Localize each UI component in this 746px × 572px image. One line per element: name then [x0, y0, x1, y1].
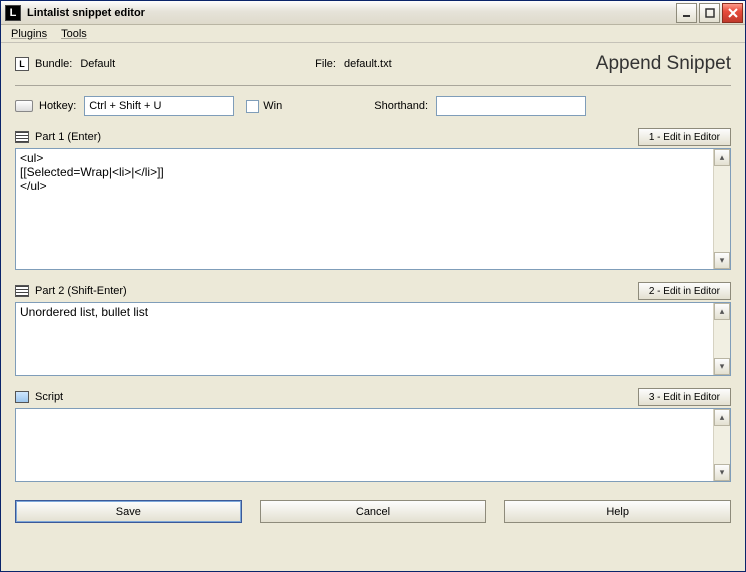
- window-title: Lintalist snippet editor: [27, 7, 676, 19]
- part2-textarea[interactable]: [16, 303, 713, 375]
- file-value: default.txt: [344, 58, 392, 70]
- script-textarea[interactable]: [16, 409, 713, 481]
- cancel-button[interactable]: Cancel: [260, 500, 487, 523]
- win-checkbox-label: Win: [263, 100, 282, 112]
- bundle-value: Default: [80, 58, 115, 70]
- button-row: Save Cancel Help: [15, 500, 731, 523]
- header-row: L Bundle: Default File: default.txt Appe…: [15, 53, 731, 75]
- save-button[interactable]: Save: [15, 500, 242, 523]
- hotkey-label: Hotkey:: [39, 100, 76, 112]
- scrollbar[interactable]: ▴ ▾: [713, 303, 730, 375]
- script-label: Script: [35, 391, 638, 403]
- help-button[interactable]: Help: [504, 500, 731, 523]
- part2-label: Part 2 (Shift-Enter): [35, 285, 638, 297]
- mode-title: Append Snippet: [596, 53, 731, 75]
- content-area: L Bundle: Default File: default.txt Appe…: [1, 43, 745, 571]
- hotkey-input[interactable]: [84, 96, 234, 116]
- titlebar: L Lintalist snippet editor: [1, 1, 745, 25]
- menu-plugins[interactable]: Plugins: [5, 27, 53, 41]
- scroll-up-icon[interactable]: ▴: [714, 303, 730, 320]
- script-textarea-wrap: ▴ ▾: [15, 408, 731, 482]
- maximize-button[interactable]: [699, 3, 720, 23]
- divider: [15, 85, 731, 86]
- part1-edit-button[interactable]: 1 - Edit in Editor: [638, 128, 731, 146]
- win-checkbox[interactable]: Win: [246, 100, 282, 113]
- scrollbar[interactable]: ▴ ▾: [713, 409, 730, 481]
- part2-header: Part 2 (Shift-Enter) 2 - Edit in Editor: [15, 282, 731, 300]
- minimize-icon: [682, 8, 692, 18]
- scroll-up-icon[interactable]: ▴: [714, 149, 730, 166]
- minimize-button[interactable]: [676, 3, 697, 23]
- script-header: Script 3 - Edit in Editor: [15, 388, 731, 406]
- text-lines-icon: [15, 131, 29, 143]
- bundle-icon: L: [15, 57, 29, 71]
- scroll-up-icon[interactable]: ▴: [714, 409, 730, 426]
- scroll-down-icon[interactable]: ▾: [714, 252, 730, 269]
- app-icon: L: [5, 5, 21, 21]
- part1-textarea[interactable]: [16, 149, 713, 269]
- checkbox-icon: [246, 100, 259, 113]
- app-window: L Lintalist snippet editor Plugins Tools…: [0, 0, 746, 572]
- part2-edit-button[interactable]: 2 - Edit in Editor: [638, 282, 731, 300]
- bundle-label: Bundle:: [35, 58, 72, 70]
- part1-textarea-wrap: ▴ ▾: [15, 148, 731, 270]
- file-label: File:: [315, 58, 336, 70]
- part2-textarea-wrap: ▴ ▾: [15, 302, 731, 376]
- shorthand-input[interactable]: [436, 96, 586, 116]
- shorthand-label: Shorthand:: [374, 100, 428, 112]
- keyboard-icon: [15, 100, 33, 112]
- scrollbar[interactable]: ▴ ▾: [713, 149, 730, 269]
- scroll-down-icon[interactable]: ▾: [714, 358, 730, 375]
- text-lines-icon: [15, 285, 29, 297]
- maximize-icon: [705, 8, 715, 18]
- close-button[interactable]: [722, 3, 743, 23]
- close-icon: [728, 8, 738, 18]
- part1-header: Part 1 (Enter) 1 - Edit in Editor: [15, 128, 731, 146]
- menu-tools[interactable]: Tools: [55, 27, 93, 41]
- script-icon: [15, 391, 29, 403]
- window-controls: [676, 3, 743, 23]
- menubar: Plugins Tools: [1, 25, 745, 43]
- scroll-down-icon[interactable]: ▾: [714, 464, 730, 481]
- part1-label: Part 1 (Enter): [35, 131, 638, 143]
- script-edit-button[interactable]: 3 - Edit in Editor: [638, 388, 731, 406]
- hotkey-row: Hotkey: Win Shorthand:: [15, 96, 731, 116]
